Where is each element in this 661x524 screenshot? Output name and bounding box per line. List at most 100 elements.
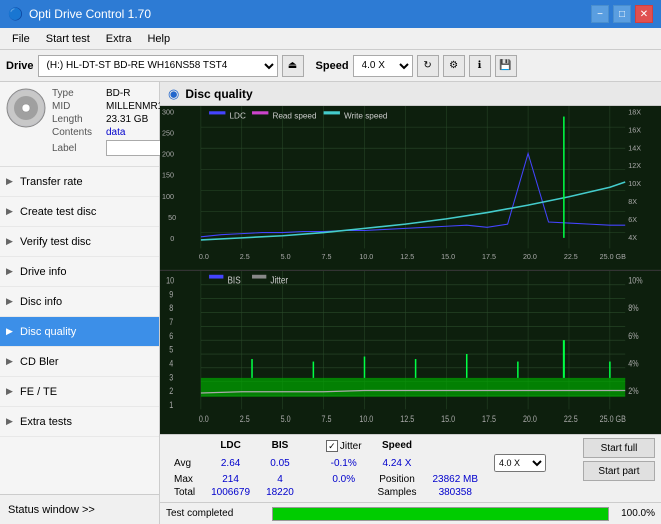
progress-container: Test completed 100.0% <box>160 502 661 524</box>
content-area: ◉ Disc quality <box>160 82 661 524</box>
svg-text:8%: 8% <box>628 303 638 313</box>
nav-item-create-test-disc[interactable]: ▶Create test disc <box>0 197 159 227</box>
svg-text:6: 6 <box>169 331 173 341</box>
content-header: ◉ Disc quality <box>160 82 661 106</box>
minimize-button[interactable]: − <box>591 5 609 23</box>
nav-arrow-disc-info: ▶ <box>6 296 13 307</box>
bis-chart-svg: BIS Jitter 10 9 8 7 6 5 4 3 2 1 10% 8 <box>160 271 661 435</box>
start-full-button[interactable]: Start full <box>583 438 655 458</box>
menu-start-test[interactable]: Start test <box>38 31 98 47</box>
drive-select[interactable]: (H:) HL-DT-ST BD-RE WH16NS58 TST4 <box>38 55 278 77</box>
nav-label-verify-test-disc: Verify test disc <box>20 236 91 248</box>
refresh-button[interactable]: ↻ <box>417 55 439 77</box>
nav-arrow-fe-te: ▶ <box>6 386 13 397</box>
mid-label: MID <box>52 101 102 112</box>
samples-label: Samples <box>370 486 425 499</box>
menu-extra[interactable]: Extra <box>98 31 140 47</box>
svg-text:25.0 GB: 25.0 GB <box>600 252 626 261</box>
svg-text:20.0: 20.0 <box>523 414 537 424</box>
nav-item-drive-info[interactable]: ▶Drive info <box>0 257 159 287</box>
position-val: 23862 MB <box>424 473 486 486</box>
length-label: Length <box>52 114 102 125</box>
info-button[interactable]: ℹ <box>469 55 491 77</box>
jitter-label: Jitter <box>340 441 362 452</box>
speed-select-stats[interactable]: 4.0 X <box>494 454 546 472</box>
svg-text:BIS: BIS <box>227 274 240 285</box>
nav-item-extra-tests[interactable]: ▶Extra tests <box>0 407 159 437</box>
svg-text:6%: 6% <box>628 331 638 341</box>
row-avg-bis: 0.05 <box>258 453 302 473</box>
nav-menu: ▶Transfer rate▶Create test disc▶Verify t… <box>0 167 159 437</box>
status-window-button[interactable]: Status window >> <box>0 494 159 524</box>
svg-text:2.5: 2.5 <box>240 252 250 261</box>
row-total-ldc: 1006679 <box>203 486 258 499</box>
menu-help[interactable]: Help <box>139 31 178 47</box>
svg-text:8X: 8X <box>628 197 637 206</box>
nav-item-fe-te[interactable]: ▶ FE / TE <box>0 377 159 407</box>
stats-table: LDC BIS ✓ Jitter Speed Avg 2.64 <box>166 438 575 499</box>
svg-text:5: 5 <box>169 345 173 355</box>
row-max-ldc: 214 <box>203 473 258 486</box>
nav-item-verify-test-disc[interactable]: ▶Verify test disc <box>0 227 159 257</box>
svg-text:16X: 16X <box>628 125 641 134</box>
svg-text:10: 10 <box>166 275 174 285</box>
svg-text:1: 1 <box>169 400 173 410</box>
speed-select[interactable]: 4.0 X <box>353 55 413 77</box>
drive-toolbar: Drive (H:) HL-DT-ST BD-RE WH16NS58 TST4 … <box>0 50 661 82</box>
svg-text:LDC: LDC <box>230 111 246 121</box>
svg-text:15.0: 15.0 <box>441 414 455 424</box>
top-chart: LDC Read speed Write speed 300 250 200 1… <box>160 106 661 271</box>
eject-button[interactable]: ⏏ <box>282 55 304 77</box>
settings-button[interactable]: ⚙ <box>443 55 465 77</box>
row-avg-speed-val: 4.24 X <box>370 453 425 473</box>
status-text: Test completed <box>166 508 266 519</box>
row-max-bis: 4 <box>258 473 302 486</box>
nav-arrow-transfer-rate: ▶ <box>6 176 13 187</box>
nav-item-cd-bler[interactable]: ▶CD Bler <box>0 347 159 377</box>
nav-label-extra-tests: Extra tests <box>20 416 72 428</box>
content-title: Disc quality <box>185 87 252 101</box>
start-part-button[interactable]: Start part <box>583 461 655 481</box>
svg-text:9: 9 <box>169 289 173 299</box>
main-layout: Type BD-R MID MILLENMR1 (000) Length 23.… <box>0 82 661 524</box>
contents-value: data <box>106 127 125 138</box>
status-window-label: Status window >> <box>8 504 95 516</box>
svg-text:5.0: 5.0 <box>281 414 291 424</box>
app-icon: 🔵 <box>8 7 23 21</box>
app-title-text: Opti Drive Control 1.70 <box>29 7 151 21</box>
jitter-checkbox[interactable]: ✓ <box>326 440 338 452</box>
svg-text:100: 100 <box>162 192 174 201</box>
nav-item-disc-info[interactable]: ▶Disc info <box>0 287 159 317</box>
svg-text:3: 3 <box>169 372 173 382</box>
svg-text:50: 50 <box>168 213 176 222</box>
row-total-bis: 18220 <box>258 486 302 499</box>
row-total-label: Total <box>166 486 203 499</box>
maximize-button[interactable]: □ <box>613 5 631 23</box>
menu-file[interactable]: File <box>4 31 38 47</box>
nav-item-transfer-rate[interactable]: ▶Transfer rate <box>0 167 159 197</box>
window-controls: − □ ✕ <box>591 5 653 23</box>
nav-label-fe-te: FE / TE <box>20 386 57 398</box>
svg-text:0: 0 <box>170 234 174 243</box>
stats-bar: LDC BIS ✓ Jitter Speed Avg 2.64 <box>160 434 661 502</box>
progressbar <box>272 507 609 521</box>
save-button[interactable]: 💾 <box>495 55 517 77</box>
svg-text:25.0 GB: 25.0 GB <box>600 414 626 424</box>
disc-info-panel: Type BD-R MID MILLENMR1 (000) Length 23.… <box>0 82 159 167</box>
svg-text:4: 4 <box>169 358 173 368</box>
nav-item-disc-quality[interactable]: ▶ Disc quality <box>0 317 159 347</box>
close-button[interactable]: ✕ <box>635 5 653 23</box>
nav-arrow-disc-quality: ▶ <box>6 326 13 337</box>
svg-text:Write speed: Write speed <box>344 111 388 121</box>
nav-label-drive-info: Drive info <box>20 266 66 278</box>
progressbar-label: 100.0% <box>615 508 655 519</box>
nav-label-disc-quality: Disc quality <box>20 326 76 338</box>
ldc-chart-svg: LDC Read speed Write speed 300 250 200 1… <box>160 106 661 270</box>
titlebar: 🔵 Opti Drive Control 1.70 − □ ✕ <box>0 0 661 28</box>
label-label: Label <box>52 143 102 154</box>
app-title: 🔵 Opti Drive Control 1.70 <box>8 7 151 21</box>
type-label: Type <box>52 88 102 99</box>
disc-quality-icon: ◉ <box>168 86 179 102</box>
svg-text:7: 7 <box>169 317 173 327</box>
row-max-label: Max <box>166 473 203 486</box>
